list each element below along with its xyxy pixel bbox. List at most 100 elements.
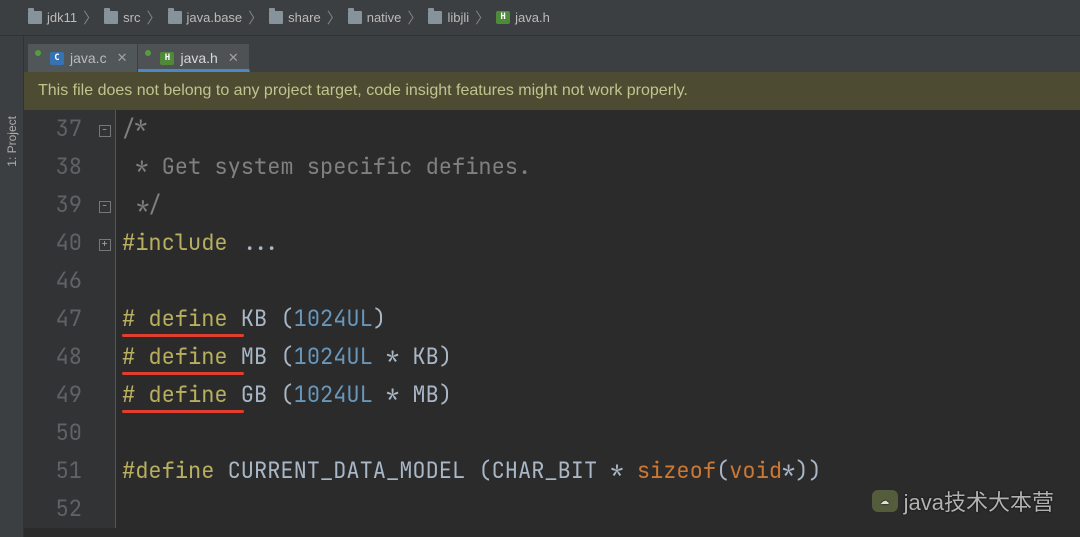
code-line[interactable]: #include ... xyxy=(122,224,1080,262)
breadcrumb-item[interactable]: libjli xyxy=(428,10,469,25)
fold-cell xyxy=(94,414,115,452)
breadcrumb-label: src xyxy=(123,10,140,25)
folder-icon xyxy=(168,11,182,24)
code-line[interactable]: */ xyxy=(122,186,1080,224)
fold-cell xyxy=(94,148,115,186)
c-file-icon: C xyxy=(50,52,64,65)
close-tab-icon[interactable]: ✕ xyxy=(117,50,128,66)
fold-cell xyxy=(94,490,115,528)
code-token: *)) xyxy=(782,456,822,485)
breadcrumb-separator: 〉 xyxy=(407,7,422,28)
code-token: define xyxy=(148,380,227,409)
fold-cell[interactable]: − xyxy=(94,110,115,148)
line-number-gutter: 3738394046474849505152 xyxy=(24,110,94,528)
line-number: 39 xyxy=(24,186,82,224)
fold-toggle-icon[interactable]: + xyxy=(99,239,111,251)
line-number: 49 xyxy=(24,376,82,414)
line-number: 46 xyxy=(24,262,82,300)
code-token: KB ( xyxy=(228,304,294,333)
line-number: 51 xyxy=(24,452,82,490)
breadcrumb-item[interactable]: native xyxy=(348,10,402,25)
code-editor[interactable]: 3738394046474849505152 − − + /* * Get syst… xyxy=(24,110,1080,528)
code-token: 1024UL xyxy=(294,342,373,371)
code-token: /* xyxy=(122,114,148,143)
code-token: ... xyxy=(241,228,281,257)
code-token: MB ( xyxy=(228,342,294,371)
warning-banner: This file does not belong to any project… xyxy=(24,72,1080,110)
line-number: 47 xyxy=(24,300,82,338)
line-number: 38 xyxy=(24,148,82,186)
editor-tab[interactable]: Hjava.h✕ xyxy=(138,44,249,72)
folder-icon xyxy=(104,11,118,24)
line-number: 50 xyxy=(24,414,82,452)
code-token: */ xyxy=(122,190,162,219)
code-line[interactable]: # define GB (1024UL * MB) xyxy=(122,376,1080,414)
fold-cell xyxy=(94,300,115,338)
breadcrumb-item[interactable]: jdk11 xyxy=(28,10,77,25)
breadcrumb-item[interactable]: Hjava.h xyxy=(496,10,550,25)
breadcrumb-separator: 〉 xyxy=(83,7,98,28)
code-line[interactable]: * Get system specific defines. xyxy=(122,148,1080,186)
wechat-icon: ☁ xyxy=(872,490,898,512)
fold-cell xyxy=(94,452,115,490)
close-tab-icon[interactable]: ✕ xyxy=(228,50,239,66)
fold-cell xyxy=(94,376,115,414)
code-line[interactable]: /* xyxy=(122,110,1080,148)
code-token: #define xyxy=(122,456,214,485)
breadcrumb-separator: 〉 xyxy=(248,7,263,28)
fold-gutter[interactable]: − − + xyxy=(94,110,116,528)
modified-indicator-icon xyxy=(35,50,41,56)
breadcrumb-label: java.h xyxy=(515,10,550,25)
breadcrumb: jdk11 〉 src 〉 java.base 〉 share 〉 native 〉 libjli 〉… xyxy=(0,0,1080,36)
line-number: 40 xyxy=(24,224,82,262)
breadcrumb-label: native xyxy=(367,10,402,25)
code-token: 1024UL xyxy=(294,380,373,409)
code-token: define xyxy=(148,304,227,333)
code-line[interactable]: # define MB (1024UL * KB) xyxy=(122,338,1080,376)
breadcrumb-separator: 〉 xyxy=(146,7,161,28)
code-token: * MB) xyxy=(373,380,452,409)
breadcrumb-label: share xyxy=(288,10,321,25)
line-number: 52 xyxy=(24,490,82,528)
fold-cell xyxy=(94,262,115,300)
code-line[interactable] xyxy=(122,414,1080,452)
code-token: sizeof xyxy=(637,456,716,485)
tool-window-bar[interactable]: 1: Project xyxy=(0,36,24,537)
breadcrumb-item[interactable]: share xyxy=(269,10,321,25)
breadcrumb-label: libjli xyxy=(447,10,469,25)
folder-icon xyxy=(269,11,283,24)
annotation-underline xyxy=(122,334,244,337)
code-token: define xyxy=(148,342,227,371)
fold-cell[interactable]: + xyxy=(94,224,115,262)
editor-tab[interactable]: Cjava.c ✕ xyxy=(28,44,138,72)
line-number: 48 xyxy=(24,338,82,376)
fold-cell[interactable]: − xyxy=(94,186,115,224)
tab-label: java.c xyxy=(70,50,107,66)
breadcrumb-separator: 〉 xyxy=(475,7,490,28)
editor-tabs: Cjava.c✕Hjava.h✕ xyxy=(0,36,1080,72)
code-token: * Get system specific defines. xyxy=(122,152,531,181)
folder-icon xyxy=(348,11,362,24)
code-line[interactable] xyxy=(122,262,1080,300)
code-token: #include xyxy=(122,228,241,257)
breadcrumb-label: jdk11 xyxy=(47,10,77,25)
annotation-underline xyxy=(122,372,244,375)
watermark: ☁ java技术大本营 xyxy=(872,485,1054,517)
breadcrumb-item[interactable]: java.base xyxy=(168,10,243,25)
header-file-icon: H xyxy=(496,11,510,24)
fold-toggle-icon[interactable]: − xyxy=(99,125,111,137)
code-line[interactable]: # define KB (1024UL) xyxy=(122,300,1080,338)
fold-toggle-icon[interactable]: − xyxy=(99,201,111,213)
line-number: 37 xyxy=(24,110,82,148)
project-tool-button[interactable]: 1: Project xyxy=(5,116,19,167)
breadcrumb-separator: 〉 xyxy=(327,7,342,28)
code-token: ( xyxy=(716,456,729,485)
breadcrumb-label: java.base xyxy=(187,10,243,25)
modified-indicator-icon xyxy=(145,50,151,56)
breadcrumb-item[interactable]: src xyxy=(104,10,140,25)
folder-icon xyxy=(28,11,42,24)
code-token: void xyxy=(729,456,782,485)
code-token: # xyxy=(122,342,148,371)
header-file-icon: H xyxy=(160,52,174,65)
code-area[interactable]: /* * Get system specific defines. */ #inc… xyxy=(116,110,1080,528)
